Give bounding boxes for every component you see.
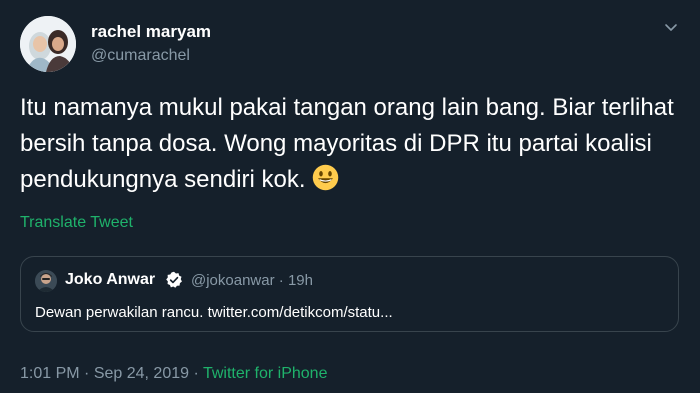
- grinning-face-icon: [312, 164, 338, 191]
- tweet-meta: 1:01 PM · Sep 24, 2019 · Twitter for iPh…: [20, 365, 327, 383]
- quoted-author-meta: @jokoanwar · 19h: [191, 272, 313, 289]
- tweet-text: Itu namanya mukul pakai tangan orang lai…: [20, 94, 674, 193]
- tweet-time[interactable]: 1:01 PM: [20, 365, 80, 382]
- tweet-body: Itu namanya mukul pakai tangan orang lai…: [20, 90, 675, 198]
- tweet-card: rachel maryam @cumarachel Itu namanya mu…: [0, 0, 700, 393]
- quoted-tweet-text: Dewan perwakilan rancu. twitter.com/deti…: [35, 304, 393, 321]
- translate-tweet-link[interactable]: Translate Tweet: [20, 214, 133, 232]
- verified-badge-icon: [166, 271, 182, 288]
- tweet-source[interactable]: Twitter for iPhone: [203, 365, 328, 382]
- avatar-photo: [35, 270, 57, 292]
- avatar-photo: [20, 16, 76, 72]
- chevron-down-icon[interactable]: [663, 20, 679, 36]
- quoted-author-avatar: [35, 270, 57, 292]
- quoted-tweet[interactable]: Joko Anwar @jokoanwar · 19h Dewan perwak…: [20, 256, 679, 332]
- quoted-author-handle: @jokoanwar: [191, 272, 275, 289]
- separator-dot: ·: [84, 365, 90, 382]
- separator-dot: ·: [193, 365, 199, 382]
- quoted-tweet-time: 19h: [287, 272, 313, 289]
- author-name[interactable]: rachel maryam: [91, 22, 211, 42]
- quoted-author-name: Joko Anwar: [65, 271, 156, 288]
- author-avatar[interactable]: [20, 16, 76, 72]
- author-handle[interactable]: @cumarachel: [91, 47, 190, 65]
- tweet-date[interactable]: Sep 24, 2019: [94, 365, 189, 382]
- separator-dot: ·: [278, 272, 284, 289]
